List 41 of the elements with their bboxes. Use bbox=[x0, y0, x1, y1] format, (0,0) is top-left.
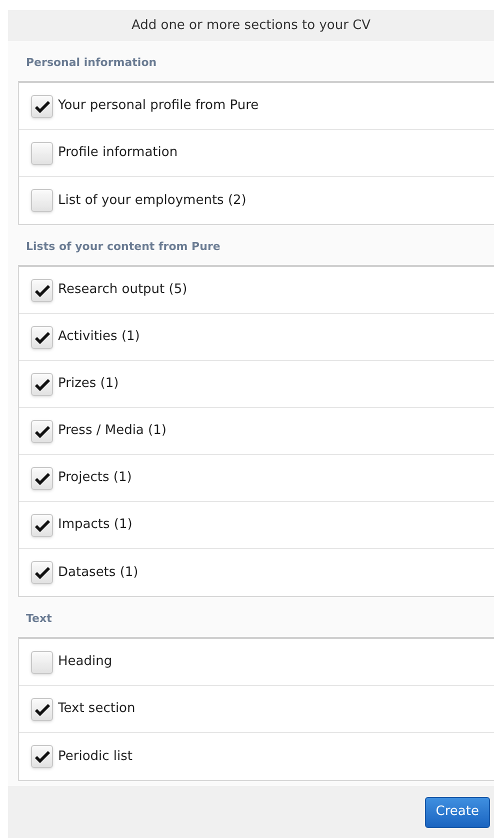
create-button[interactable]: Create bbox=[424, 796, 490, 828]
checkbox[interactable] bbox=[31, 466, 53, 490]
checkbox[interactable] bbox=[31, 650, 53, 674]
checkbox[interactable] bbox=[31, 189, 53, 212]
option-label: List of your employments (2) bbox=[58, 192, 246, 210]
option-label: Text section bbox=[58, 700, 136, 718]
checkmark-icon bbox=[34, 566, 50, 579]
checkbox[interactable] bbox=[31, 278, 53, 302]
checkmark-icon bbox=[34, 100, 50, 112]
checkbox[interactable] bbox=[31, 142, 53, 164]
checkmark-icon bbox=[34, 378, 50, 390]
option-label: Datasets (1) bbox=[58, 564, 138, 582]
checkmark-icon bbox=[34, 702, 50, 716]
checkbox[interactable] bbox=[31, 326, 53, 348]
option-label: Profile information bbox=[58, 144, 178, 162]
checkmark-icon bbox=[34, 518, 50, 532]
option-label: Prizes (1) bbox=[58, 375, 119, 394]
checkbox[interactable] bbox=[31, 420, 53, 442]
dialog-title: Add one or more sections to your CV bbox=[131, 16, 371, 35]
option-label: Research output (5) bbox=[58, 281, 188, 300]
checkbox[interactable] bbox=[31, 514, 53, 536]
checkbox[interactable] bbox=[31, 372, 53, 396]
checkbox[interactable] bbox=[31, 698, 53, 720]
checkbox[interactable] bbox=[31, 561, 53, 584]
option-label: Your personal profile from Pure bbox=[58, 97, 259, 116]
option-label: Activities (1) bbox=[58, 328, 140, 346]
checkbox[interactable] bbox=[31, 94, 53, 118]
checkbox[interactable] bbox=[31, 745, 53, 768]
option-label: Projects (1) bbox=[58, 469, 132, 488]
section-heading: Personal information bbox=[26, 54, 157, 71]
checkmark-icon bbox=[34, 424, 50, 438]
option-label: Periodic list bbox=[58, 748, 133, 766]
checkmark-icon bbox=[34, 750, 50, 763]
section-heading: Text bbox=[26, 610, 52, 627]
option-label: Impacts (1) bbox=[58, 516, 132, 534]
option-label: Press / Media (1) bbox=[58, 422, 166, 440]
checkmark-icon bbox=[34, 472, 50, 484]
checkmark-icon bbox=[34, 330, 50, 344]
option-label: Heading bbox=[58, 653, 112, 672]
section-heading: Lists of your content from Pure bbox=[26, 238, 220, 255]
checkmark-icon bbox=[34, 284, 50, 296]
